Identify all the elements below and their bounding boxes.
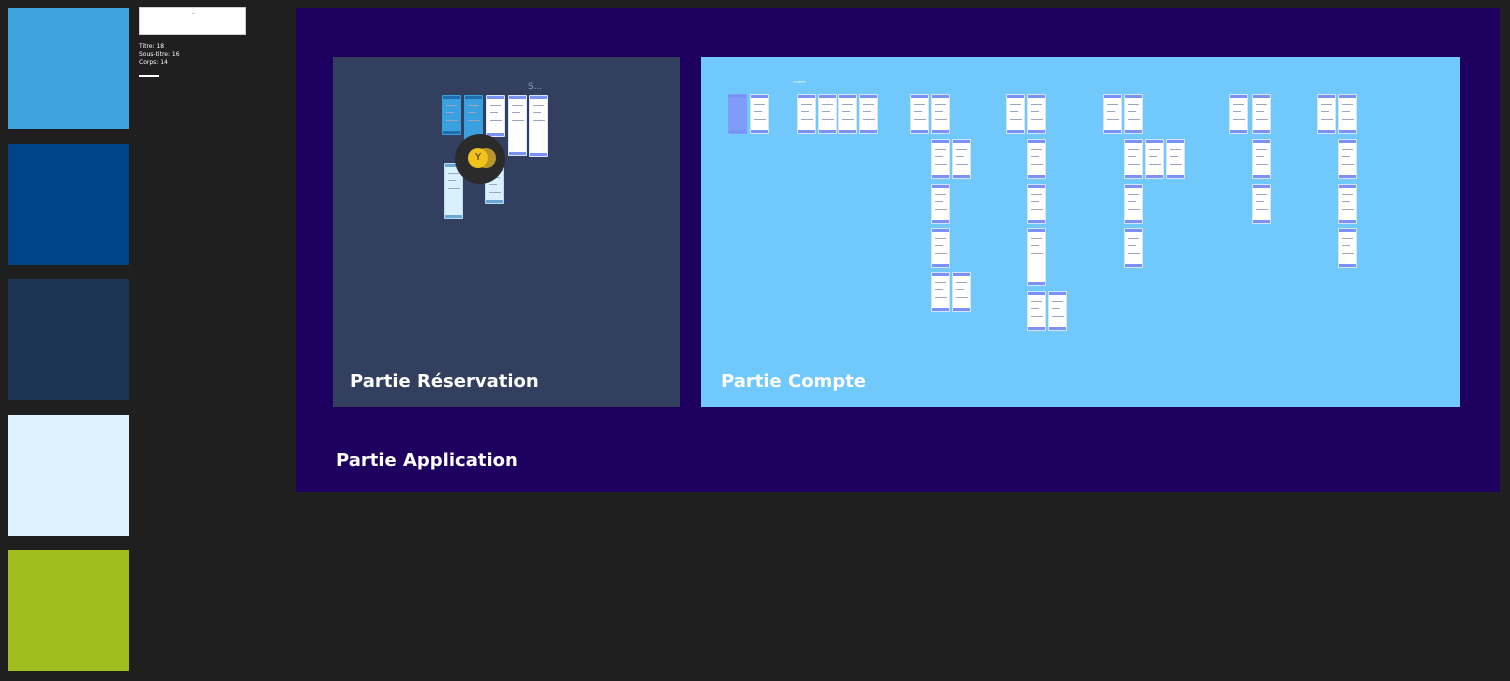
- reservation-screen[interactable]: [508, 95, 527, 156]
- app-frame-title: Partie Application: [336, 450, 518, 471]
- compte-screen[interactable]: [818, 94, 837, 134]
- compte-screen[interactable]: [750, 94, 769, 134]
- compte-tiny-label: COMPTE: [793, 80, 806, 84]
- compte-screen[interactable]: [1027, 94, 1046, 134]
- swatch-lime[interactable]: [8, 550, 129, 671]
- compte-screen[interactable]: [1124, 228, 1143, 268]
- compte-screen[interactable]: [1145, 139, 1164, 179]
- compte-screen[interactable]: [1338, 184, 1357, 224]
- swatch-dark-blue[interactable]: [8, 144, 129, 265]
- reservation-screen[interactable]: [442, 95, 461, 135]
- app-frame[interactable]: S... Y Partie Réservation COMPTE Partie …: [296, 8, 1500, 492]
- compte-screen[interactable]: [1006, 94, 1025, 134]
- compte-screen[interactable]: [728, 94, 747, 134]
- typography-rule: [139, 75, 159, 77]
- compte-screen[interactable]: [931, 184, 950, 224]
- compte-screen[interactable]: [1048, 291, 1067, 331]
- reservation-section-title: Partie Réservation: [350, 371, 539, 392]
- swatch-navy[interactable]: [8, 279, 129, 400]
- swatch-light-blue[interactable]: [8, 8, 129, 129]
- compte-screen[interactable]: [1252, 94, 1271, 134]
- reservation-ghost-label: S...: [528, 82, 543, 92]
- compte-screen[interactable]: [1027, 228, 1046, 286]
- typography-specs: Titre: 18 Sous-titre: 16 Corps: 14: [139, 43, 180, 67]
- compte-screen[interactable]: [797, 94, 816, 134]
- compte-screen[interactable]: [1317, 94, 1336, 134]
- reservation-section[interactable]: S... Y Partie Réservation: [333, 57, 680, 407]
- typography-card-mark: [192, 13, 195, 14]
- compte-screen[interactable]: [1252, 184, 1271, 224]
- compte-screen[interactable]: [1338, 228, 1357, 268]
- compte-screen[interactable]: [1252, 139, 1271, 179]
- compte-screen[interactable]: [931, 228, 950, 268]
- compte-screen[interactable]: [1338, 94, 1357, 134]
- compte-screen[interactable]: [931, 139, 950, 179]
- compte-screen[interactable]: [1103, 94, 1122, 134]
- compte-screen[interactable]: [838, 94, 857, 134]
- compte-screen[interactable]: [1027, 139, 1046, 179]
- compte-screen[interactable]: [931, 272, 950, 312]
- title-size-label: Titre: 18: [139, 43, 165, 50]
- compte-screen[interactable]: [931, 94, 950, 134]
- reservation-screen[interactable]: [486, 95, 505, 137]
- compte-screen[interactable]: [1166, 139, 1185, 179]
- collaborator-avatar[interactable]: Y: [468, 148, 488, 168]
- compte-screen[interactable]: [1124, 184, 1143, 224]
- compte-screen[interactable]: [859, 94, 878, 134]
- compte-screen[interactable]: [952, 139, 971, 179]
- subtitle-size-label: Sous-titre: 16: [139, 51, 180, 58]
- body-size-label: Corps: 14: [139, 59, 168, 66]
- typography-card[interactable]: [139, 7, 246, 35]
- compte-screen[interactable]: [910, 94, 929, 134]
- reservation-screen[interactable]: [529, 95, 548, 157]
- compte-screen[interactable]: [952, 272, 971, 312]
- compte-screen[interactable]: [1338, 139, 1357, 179]
- compte-screen[interactable]: [1124, 139, 1143, 179]
- compte-screen[interactable]: [1027, 291, 1046, 331]
- compte-screen[interactable]: [1229, 94, 1248, 134]
- compte-section-title: Partie Compte: [721, 371, 867, 392]
- compte-screen[interactable]: [1027, 184, 1046, 224]
- compte-screen[interactable]: [1124, 94, 1143, 134]
- swatch-pale-blue[interactable]: [8, 415, 129, 536]
- compte-section[interactable]: COMPTE Partie Compte: [701, 57, 1460, 407]
